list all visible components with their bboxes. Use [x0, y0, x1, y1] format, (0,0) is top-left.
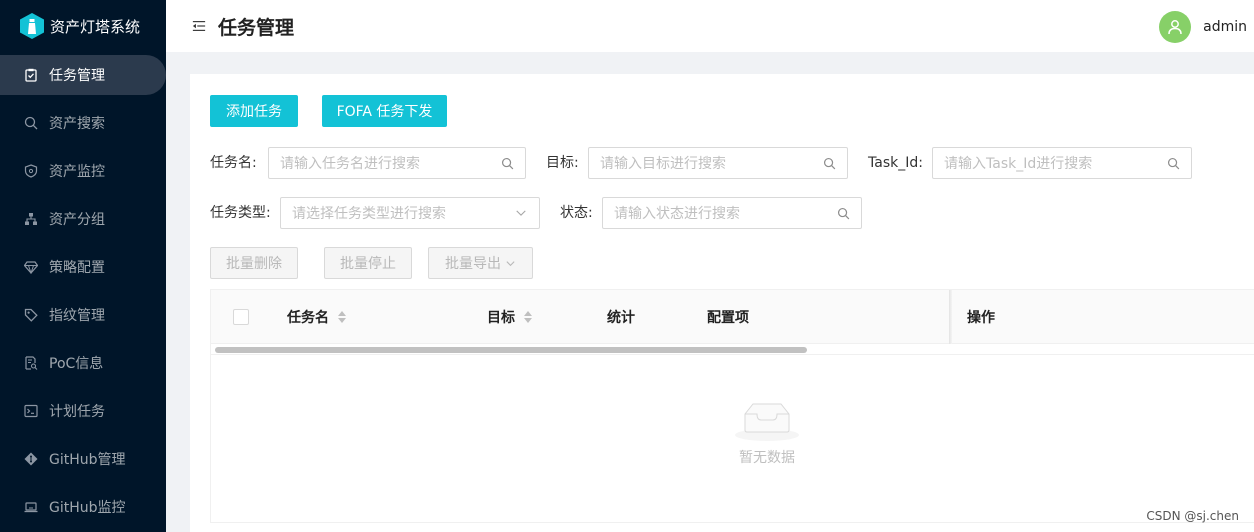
sidebar-item-label: 指纹管理 [49, 308, 105, 324]
sidebar-item-fingerprint[interactable]: 指纹管理 [0, 295, 166, 335]
sidebar-item-poc-info[interactable]: PoC信息 [0, 343, 166, 383]
task-name-placeholder: 请输入任务名进行搜索 [280, 156, 420, 172]
sidebar-item-asset-monitor[interactable]: 资产监控 [0, 151, 166, 191]
terminal-icon [24, 404, 38, 418]
sidebar-item-label: 资产搜索 [49, 116, 105, 132]
batch-export-button[interactable]: 批量导出 [428, 247, 533, 279]
select-all-cell [233, 290, 249, 344]
sidebar-item-label: 策略配置 [49, 260, 105, 276]
avatar[interactable] [1159, 11, 1192, 43]
shield-icon [24, 164, 38, 178]
sidebar-item-label: 资产监控 [49, 164, 105, 180]
task-table: 任务名 目标 统计 配置项 操作 暂无数据 [210, 289, 1254, 523]
column-label: 任务名 [287, 310, 329, 326]
app-title: 资产灯塔系统 [50, 17, 141, 36]
empty-state: 暂无数据 [211, 400, 1254, 467]
empty-text: 暂无数据 [739, 450, 795, 466]
task-type-select[interactable]: 请选择任务类型进行搜索 [280, 197, 540, 229]
target-label: 目标: [546, 155, 579, 171]
sort-icon[interactable] [338, 311, 346, 323]
column-stats: 统计 [607, 290, 635, 344]
search-icon[interactable] [1166, 156, 1180, 170]
app-logo[interactable]: 资产灯塔系统 [0, 0, 166, 52]
sidebar-item-label: 任务管理 [49, 68, 105, 84]
task-name-input[interactable]: 请输入任务名进行搜索 [268, 147, 526, 179]
clipboard-check-icon [24, 68, 38, 82]
sidebar-item-asset-group[interactable]: 资产分组 [0, 199, 166, 239]
column-actions: 操作 [967, 290, 995, 344]
top-header: 任务管理 admin [166, 0, 1254, 52]
file-search-icon [24, 356, 38, 370]
username: admin [1203, 19, 1247, 35]
user-menu[interactable]: admin [1159, 11, 1247, 43]
sidebar-item-task-management[interactable]: 任务管理 [0, 55, 166, 95]
task-id-placeholder: 请输入Task_Id进行搜索 [944, 156, 1093, 172]
sort-icon[interactable] [524, 311, 532, 323]
page-title: 任务管理 [218, 16, 295, 39]
cluster-icon [24, 212, 38, 226]
menu-fold-icon[interactable] [192, 18, 208, 34]
content-card: 添加任务 FOFA 任务下发 任务名: 请输入任务名进行搜索 目标: 请输入目标… [190, 74, 1254, 532]
task-id-input[interactable]: 请输入Task_Id进行搜索 [932, 147, 1192, 179]
select-all-checkbox[interactable] [233, 309, 249, 325]
batch-export-label: 批量导出 [445, 256, 501, 272]
sidebar-item-label: GitHub管理 [49, 452, 126, 468]
column-label: 配置项 [707, 310, 749, 326]
horizontal-scrollbar[interactable] [211, 345, 1254, 355]
sidebar-item-asset-search[interactable]: 资产搜索 [0, 103, 166, 143]
target-placeholder: 请输入目标进行搜索 [600, 156, 726, 172]
sidebar-item-policy-config[interactable]: 策略配置 [0, 247, 166, 287]
batch-stop-label: 批量停止 [340, 256, 396, 272]
sidebar-item-github-monitor[interactable]: GitHub监控 [0, 487, 166, 527]
search-icon[interactable] [836, 206, 850, 220]
table-header: 任务名 目标 统计 配置项 操作 [211, 290, 1254, 344]
column-config: 配置项 [707, 290, 749, 344]
sidebar: 资产灯塔系统 任务管理 资产搜索 资产监控 资产分组 策略配置 指纹管理 PoC… [0, 0, 166, 532]
chevron-down-icon[interactable] [514, 206, 528, 220]
status-input[interactable]: 请输入状态进行搜索 [602, 197, 862, 229]
sidebar-item-label: 计划任务 [49, 404, 105, 420]
status-placeholder: 请输入状态进行搜索 [614, 206, 740, 222]
lighthouse-logo-icon [20, 13, 44, 39]
gem-icon [24, 260, 38, 274]
target-input[interactable]: 请输入目标进行搜索 [588, 147, 848, 179]
sidebar-item-label: PoC信息 [49, 356, 104, 372]
task-type-placeholder: 请选择任务类型进行搜索 [292, 206, 446, 222]
search-icon[interactable] [822, 156, 836, 170]
fixed-column-divider [949, 290, 952, 344]
column-target[interactable]: 目标 [487, 290, 532, 344]
add-task-button[interactable]: 添加任务 [210, 95, 298, 127]
github-diamond-icon [24, 452, 38, 466]
chevron-down-icon [505, 258, 516, 269]
watermark: CSDN @sj.chen [1146, 509, 1239, 523]
empty-inbox-icon [735, 403, 799, 441]
sidebar-item-label: GitHub监控 [49, 500, 126, 516]
task-id-label: Task_Id: [868, 155, 923, 171]
batch-delete-button[interactable]: 批量删除 [210, 247, 298, 279]
user-icon [1168, 20, 1182, 35]
tag-icon [24, 308, 38, 322]
search-icon[interactable] [500, 156, 514, 170]
status-label: 状态: [560, 205, 593, 221]
column-label: 目标 [487, 310, 515, 326]
scrollbar-thumb[interactable] [215, 347, 807, 353]
search-icon [24, 116, 38, 130]
sidebar-item-label: 资产分组 [49, 212, 105, 228]
task-type-label: 任务类型: [210, 205, 271, 221]
batch-delete-label: 批量删除 [226, 256, 282, 272]
sidebar-item-github-management[interactable]: GitHub管理 [0, 439, 166, 479]
batch-stop-button[interactable]: 批量停止 [324, 247, 412, 279]
column-task-name[interactable]: 任务名 [287, 290, 346, 344]
sidebar-item-scheduled-task[interactable]: 计划任务 [0, 391, 166, 431]
fofa-task-button[interactable]: FOFA 任务下发 [322, 95, 447, 127]
column-label: 操作 [967, 310, 995, 326]
task-name-label: 任务名: [210, 155, 257, 171]
laptop-icon [24, 500, 38, 514]
column-label: 统计 [607, 310, 635, 326]
sidebar-menu: 任务管理 资产搜索 资产监控 资产分组 策略配置 指纹管理 PoC信息 计划任务… [0, 55, 166, 527]
